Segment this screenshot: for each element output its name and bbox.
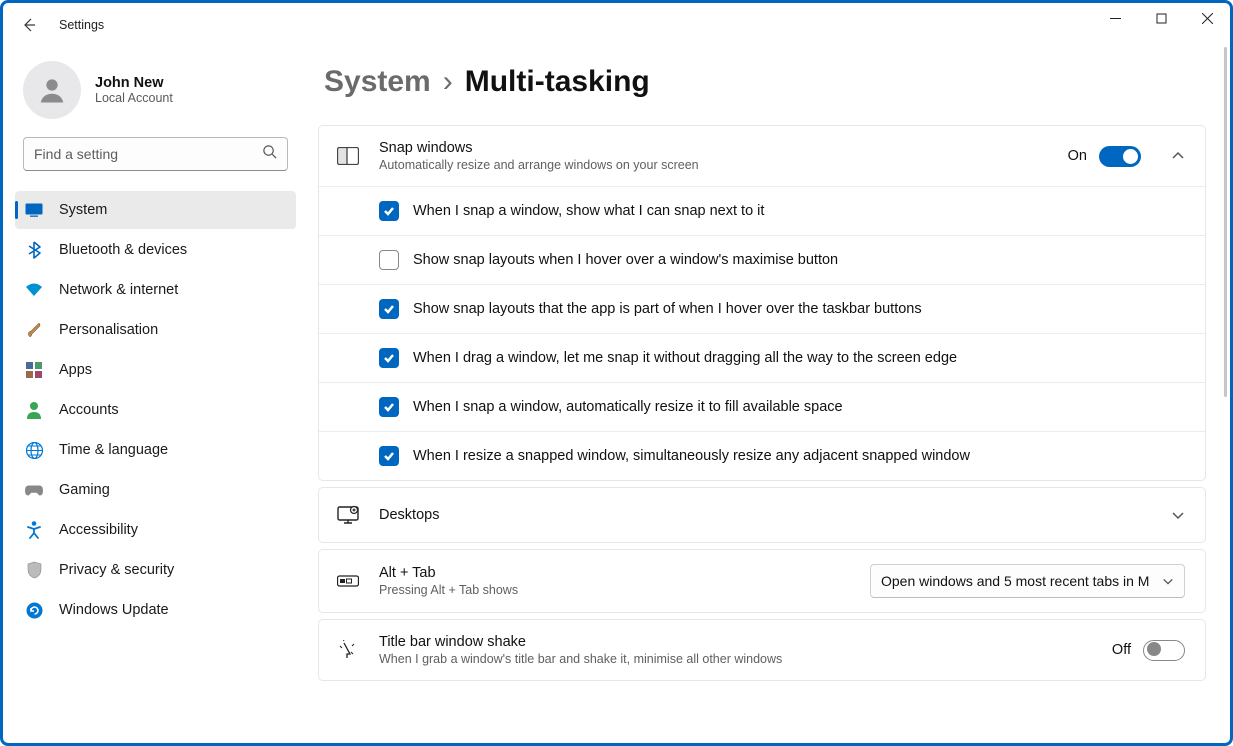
shield-icon (25, 561, 43, 579)
sidebar-item-network[interactable]: Network & internet (15, 271, 296, 309)
checkbox[interactable] (379, 446, 399, 466)
snap-icon (335, 143, 361, 169)
sidebar-item-label: Accessibility (59, 522, 138, 538)
sidebar-item-apps[interactable]: Apps (15, 351, 296, 389)
profile-name: John New (95, 75, 173, 91)
sidebar-item-label: System (59, 202, 107, 218)
sidebar-item-label: Apps (59, 362, 92, 378)
scrollbar-thumb[interactable] (1224, 47, 1227, 397)
gamepad-icon (25, 481, 43, 499)
profile-block[interactable]: John New Local Account (3, 61, 308, 137)
alt-tab-title: Alt + Tab (379, 565, 852, 581)
snap-option-row[interactable]: Show snap layouts when I hover over a wi… (319, 235, 1205, 284)
shake-toggle[interactable] (1143, 640, 1185, 661)
sidebar-item-label: Accounts (59, 402, 119, 418)
close-button[interactable] (1184, 3, 1230, 33)
checkbox[interactable] (379, 348, 399, 368)
titlebar: Settings (3, 3, 1230, 47)
snap-option-label: When I drag a window, let me snap it wit… (413, 350, 957, 366)
snap-subtitle: Automatically resize and arrange windows… (379, 158, 1050, 172)
sidebar-item-label: Bluetooth & devices (59, 242, 187, 258)
snap-option-row[interactable]: When I resize a snapped window, simultan… (319, 431, 1205, 480)
snap-option-label: When I snap a window, automatically resi… (413, 399, 843, 415)
checkbox[interactable] (379, 299, 399, 319)
window-title: Settings (59, 18, 104, 32)
alt-tab-select-value: Open windows and 5 most recent tabs in M (881, 573, 1154, 589)
snap-option-row[interactable]: When I drag a window, let me snap it wit… (319, 333, 1205, 382)
sidebar-item-update[interactable]: Windows Update (15, 591, 296, 629)
snap-option-label: Show snap layouts when I hover over a wi… (413, 252, 838, 268)
update-icon (25, 601, 43, 619)
sidebar-item-accounts[interactable]: Accounts (15, 391, 296, 429)
person-icon (25, 401, 43, 419)
avatar (23, 61, 81, 119)
checkbox[interactable] (379, 250, 399, 270)
nav-list: System Bluetooth & devices Network & inter… (3, 191, 308, 629)
sidebar-item-personalisation[interactable]: Personalisation (15, 311, 296, 349)
sidebar-item-label: Personalisation (59, 322, 158, 338)
search-input[interactable] (34, 146, 262, 162)
breadcrumb-current: Multi-tasking (465, 65, 650, 99)
chevron-down-icon (1162, 575, 1174, 587)
search-icon (262, 144, 277, 164)
maximize-button[interactable] (1138, 3, 1184, 33)
sidebar-item-accessibility[interactable]: Accessibility (15, 511, 296, 549)
breadcrumb-parent[interactable]: System (324, 65, 431, 99)
desktops-title: Desktops (379, 507, 1141, 523)
shake-toggle-label: Off (1112, 642, 1131, 658)
desktops-card[interactable]: Desktops (318, 487, 1206, 543)
profile-subtitle: Local Account (95, 91, 173, 105)
breadcrumb: System › Multi-tasking (324, 65, 1206, 99)
title-bar-shake-card: Title bar window shake When I grab a win… (318, 619, 1206, 681)
sidebar-item-bluetooth[interactable]: Bluetooth & devices (15, 231, 296, 269)
accessibility-icon (25, 521, 43, 539)
checkbox[interactable] (379, 201, 399, 221)
snap-toggle-label: On (1068, 148, 1087, 164)
snap-toggle[interactable] (1099, 146, 1141, 167)
snap-option-row[interactable]: When I snap a window, automatically resi… (319, 382, 1205, 431)
sidebar: John New Local Account System Bluetooth &… (3, 47, 308, 743)
chevron-right-icon: › (443, 65, 453, 99)
sidebar-item-time[interactable]: Time & language (15, 431, 296, 469)
sidebar-item-label: Privacy & security (59, 562, 174, 578)
snap-windows-header[interactable]: Snap windows Automatically resize and ar… (319, 126, 1205, 186)
system-icon (25, 201, 43, 219)
alt-tab-select[interactable]: Open windows and 5 most recent tabs in M (870, 564, 1185, 598)
snap-option-row[interactable]: When I snap a window, show what I can sn… (319, 186, 1205, 235)
back-button[interactable] (21, 17, 37, 33)
checkbox[interactable] (379, 397, 399, 417)
alt-tab-card: Alt + Tab Pressing Alt + Tab shows Open … (318, 549, 1206, 613)
shake-icon (335, 637, 361, 663)
wifi-icon (25, 281, 43, 299)
shake-title: Title bar window shake (379, 634, 1094, 650)
globe-icon (25, 441, 43, 459)
sidebar-item-label: Windows Update (59, 602, 169, 618)
minimize-button[interactable] (1092, 3, 1138, 33)
sidebar-item-system[interactable]: System (15, 191, 296, 229)
sidebar-item-label: Time & language (59, 442, 168, 458)
snap-option-label: When I resize a snapped window, simultan… (413, 448, 970, 464)
alt-tab-subtitle: Pressing Alt + Tab shows (379, 583, 852, 597)
shake-subtitle: When I grab a window's title bar and sha… (379, 652, 1094, 666)
snap-option-row[interactable]: Show snap layouts that the app is part o… (319, 284, 1205, 333)
sidebar-item-privacy[interactable]: Privacy & security (15, 551, 296, 589)
snap-windows-card: Snap windows Automatically resize and ar… (318, 125, 1206, 481)
bluetooth-icon (25, 241, 43, 259)
snap-title: Snap windows (379, 140, 1050, 156)
main-content: System › Multi-tasking Snap windows Auto… (308, 47, 1230, 743)
sidebar-item-gaming[interactable]: Gaming (15, 471, 296, 509)
search-box[interactable] (23, 137, 288, 171)
sidebar-item-label: Gaming (59, 482, 110, 498)
desktops-icon (335, 502, 361, 528)
chevron-down-icon (1171, 508, 1185, 522)
brush-icon (25, 321, 43, 339)
chevron-up-icon (1171, 149, 1185, 163)
sidebar-item-label: Network & internet (59, 282, 178, 298)
snap-option-label: When I snap a window, show what I can sn… (413, 203, 764, 219)
snap-option-label: Show snap layouts that the app is part o… (413, 301, 922, 317)
apps-icon (25, 361, 43, 379)
alt-tab-icon (335, 568, 361, 594)
